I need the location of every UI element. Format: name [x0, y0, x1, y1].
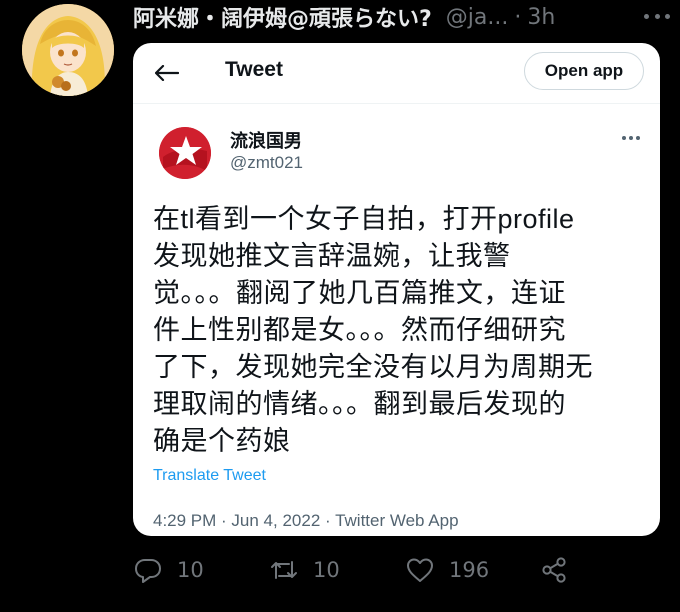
- quoted-author-handle[interactable]: @zmt021: [230, 153, 303, 173]
- like-count: 196: [449, 558, 490, 582]
- text-line: 发现她推文言辞温婉，让我警: [153, 241, 511, 271]
- translate-tweet-link[interactable]: Translate Tweet: [153, 467, 266, 485]
- quoted-author-name[interactable]: 流浪国男: [230, 127, 302, 153]
- arrow-left-icon[interactable]: [155, 65, 179, 81]
- author-handle[interactable]: @ja...: [446, 5, 509, 30]
- red-star-logo-icon: [159, 127, 211, 179]
- text-line: 觉。。。翻阅了她几百篇推文，连证: [153, 278, 566, 308]
- tweet-metadata: 4:29 PM · Jun 4, 2022 · Twitter Web App: [153, 511, 459, 530]
- reply-button[interactable]: 10: [133, 552, 204, 588]
- tweet-header: 阿米娜・阔伊姆@頑張らない? @ja... · 3h: [133, 2, 673, 33]
- card-more-icon[interactable]: [622, 135, 640, 141]
- reply-count: 10: [177, 558, 204, 582]
- reply-icon: [135, 559, 161, 583]
- anime-avatar-icon: [22, 4, 114, 96]
- tweet-time[interactable]: 3h: [527, 5, 555, 30]
- separator-dot: ·: [514, 4, 522, 30]
- quoted-avatar[interactable]: [159, 127, 211, 179]
- embedded-tweet-card[interactable]: Tweet Open app 流浪国男 @zmt021 在tl看到一个女子自拍，…: [133, 43, 660, 536]
- text-line: 理取闹的情绪。。。翻到最后发现的: [153, 389, 566, 419]
- retweet-button[interactable]: 10: [269, 552, 340, 588]
- divider: [133, 103, 660, 104]
- text-line: 在tl看到一个女子自拍，打开profile: [153, 204, 575, 234]
- open-app-button[interactable]: Open app: [524, 52, 644, 90]
- more-options-icon[interactable]: [644, 8, 670, 24]
- heart-icon: [407, 558, 433, 582]
- text-line: 件上性别都是女。。。然而仔细研究: [153, 315, 566, 345]
- text-line: 确是个药娘: [153, 426, 291, 456]
- author-avatar[interactable]: [22, 4, 114, 96]
- quoted-tweet-text: 在tl看到一个女子自拍，打开profile 发现她推文言辞温婉，让我警 觉。。。…: [153, 201, 643, 460]
- retweet-icon: [271, 561, 297, 579]
- text-line: 了下，发现她完全没有以月为周期无: [153, 352, 593, 382]
- author-display-name[interactable]: 阿米娜・阔伊姆@頑張らない?: [133, 2, 432, 32]
- retweet-count: 10: [313, 558, 340, 582]
- like-button[interactable]: 196: [405, 552, 489, 588]
- tweet-actions: 10 10 196: [133, 552, 603, 588]
- share-button[interactable]: [539, 552, 569, 588]
- card-title: Tweet: [225, 58, 283, 81]
- share-icon: [542, 557, 566, 583]
- card-header: Tweet Open app: [133, 43, 660, 101]
